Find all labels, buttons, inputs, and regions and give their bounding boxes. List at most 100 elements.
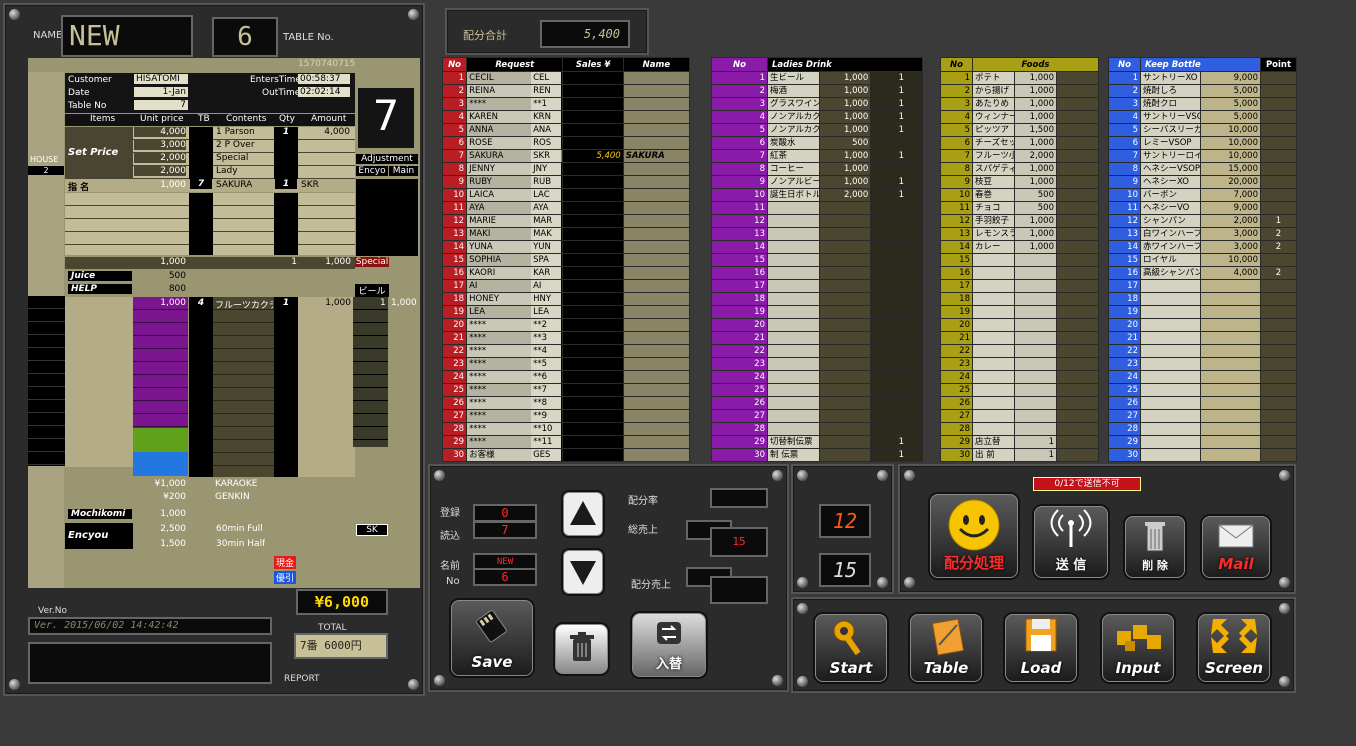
ladies-row[interactable]: 7 紅茶 1,000 1 [711, 149, 923, 163]
foods-row[interactable]: 14 カレー 1,000 [940, 240, 1099, 254]
foods-row[interactable]: 1 ポテト 1,000 [940, 71, 1099, 85]
haibun-process-button[interactable]: 配分処理 [930, 494, 1018, 578]
ladies-row[interactable]: 27 [711, 409, 923, 423]
request-row[interactable]: 19 LEA LEA [441, 305, 691, 319]
ladies-row[interactable]: 24 [711, 370, 923, 384]
request-row[interactable]: 17 AI AI [441, 279, 691, 293]
set-price-row[interactable]: 2,000 Special [133, 153, 355, 166]
ladies-row[interactable]: 12 [711, 214, 923, 228]
foods-row[interactable]: 3 あたりめ 1,000 [940, 97, 1099, 111]
down-arrow-button[interactable] [563, 550, 603, 594]
sk-label[interactable]: SK [356, 524, 388, 536]
table-button[interactable]: Table [910, 614, 982, 682]
keep-row[interactable]: 30 [1108, 448, 1297, 462]
request-row[interactable]: 7 SAKURA SKR 5,400 SAKURA [441, 149, 691, 163]
keep-row[interactable]: 24 [1108, 370, 1297, 384]
ladies-row[interactable]: 29 切替制伝票 1 [711, 435, 923, 449]
request-row[interactable]: 21 **** **3 [441, 331, 691, 345]
foods-row[interactable]: 23 [940, 357, 1099, 371]
request-row[interactable]: 14 YUNA YUN [441, 240, 691, 254]
request-row[interactable]: 30 お客様 GES [441, 448, 691, 462]
request-row[interactable]: 4 KAREN KRN [441, 110, 691, 124]
set-price-row[interactable]: 3,000 2 P Over [133, 140, 355, 153]
keep-row[interactable]: 23 [1108, 357, 1297, 371]
save-button[interactable]: Save [451, 600, 533, 676]
foods-row[interactable]: 16 [940, 266, 1099, 280]
foods-row[interactable]: 18 [940, 292, 1099, 306]
request-row[interactable]: 1 CECIL CEL [441, 71, 691, 85]
ladies-row[interactable]: 13 [711, 227, 923, 241]
foods-row[interactable]: 4 ウィンナー 1,000 [940, 110, 1099, 124]
request-row[interactable]: 20 **** **2 [441, 318, 691, 332]
request-row[interactable]: 29 **** **11 [441, 435, 691, 449]
foods-row[interactable]: 25 [940, 383, 1099, 397]
request-row[interactable]: 5 ANNA ANA [441, 123, 691, 137]
foods-row[interactable]: 30 出 前1 [940, 448, 1099, 462]
foods-row[interactable]: 27 [940, 409, 1099, 423]
foods-row[interactable]: 21 [940, 331, 1099, 345]
keep-row[interactable]: 13 白ワインハーフ 3,000 2 [1108, 227, 1297, 241]
keep-row[interactable]: 9 ヘネシーXO 20,000 [1108, 175, 1297, 189]
foods-row[interactable]: 19 [940, 305, 1099, 319]
foods-row[interactable]: 20 [940, 318, 1099, 332]
keep-row[interactable]: 6 レミーVSOP 10,000 [1108, 136, 1297, 150]
request-row[interactable]: 10 LAICA LAC [441, 188, 691, 202]
keep-row[interactable]: 1 サントリーXO 9,000 [1108, 71, 1297, 85]
foods-row[interactable]: 11 チョコ 500 [940, 201, 1099, 215]
keep-row[interactable]: 18 [1108, 292, 1297, 306]
keep-row[interactable]: 28 [1108, 422, 1297, 436]
request-row[interactable]: 6 ROSE ROS [441, 136, 691, 150]
keep-row[interactable]: 29 [1108, 435, 1297, 449]
ladies-row[interactable]: 5ノンアルカクテ1,0001 [711, 123, 923, 137]
trash-button[interactable] [555, 624, 608, 674]
start-button[interactable]: Start [815, 614, 887, 682]
ladies-row[interactable]: 22 [711, 344, 923, 358]
foods-row[interactable]: 2 から揚げ 1,000 [940, 84, 1099, 98]
request-row[interactable]: 8 JENNY JNY [441, 162, 691, 176]
foods-row[interactable]: 5 ピッツア 1,500 [940, 123, 1099, 137]
foods-row[interactable]: 6チーズセット1,000 [940, 136, 1099, 150]
keep-row[interactable]: 7サントリーロイヤル10,000 [1108, 149, 1297, 163]
ladies-row[interactable]: 20 [711, 318, 923, 332]
mail-button[interactable]: Mail [1202, 516, 1270, 578]
foods-row[interactable]: 24 [940, 370, 1099, 384]
foods-row[interactable]: 29 店立替 1 [940, 435, 1099, 449]
ladies-row[interactable]: 3 グラスワイン 1,000 1 [711, 97, 923, 111]
request-row[interactable]: 18 HONEY HNY [441, 292, 691, 306]
foods-row[interactable]: 12 手羽餃子 1,000 [940, 214, 1099, 228]
screen-button[interactable]: Screen [1198, 614, 1270, 682]
customer-value[interactable]: HISATOMI [134, 74, 188, 84]
keep-row[interactable]: 17 [1108, 279, 1297, 293]
keep-row[interactable]: 4サントリーVSOP5,000 [1108, 110, 1297, 124]
ladies-row[interactable]: 18 [711, 292, 923, 306]
ladies-row[interactable]: 4ノンアルカクテル1,0001 [711, 110, 923, 124]
request-row[interactable]: 26 **** **8 [441, 396, 691, 410]
keep-row[interactable]: 10 バーボン 7,000 [1108, 188, 1297, 202]
keep-row[interactable]: 5シーバスリーガル1210,000 [1108, 123, 1297, 137]
ladies-row[interactable]: 28 [711, 422, 923, 436]
up-arrow-button[interactable] [563, 492, 603, 536]
ladies-row[interactable]: 16 [711, 266, 923, 280]
ladies-row[interactable]: 11 [711, 201, 923, 215]
foods-row[interactable]: 10 春巻 500 [940, 188, 1099, 202]
ladies-row[interactable]: 30 制 伝票 1 [711, 448, 923, 462]
request-row[interactable]: 11 AYA AYA [441, 201, 691, 215]
request-row[interactable]: 27 **** **9 [441, 409, 691, 423]
request-row[interactable]: 25 **** **7 [441, 383, 691, 397]
keep-row[interactable]: 21 [1108, 331, 1297, 345]
ladies-row[interactable]: 21 [711, 331, 923, 345]
request-row[interactable]: 12 MARIE MAR [441, 214, 691, 228]
ladies-row[interactable]: 10 誕生日ボトル 2,000 1 [711, 188, 923, 202]
foods-row[interactable]: 13レモンスライス1,000 [940, 227, 1099, 241]
request-row[interactable]: 2 REINA REN [441, 84, 691, 98]
foods-row[interactable]: 8スパゲティー1,000 [940, 162, 1099, 176]
set-price-row[interactable]: 2,000 Lady [133, 166, 355, 179]
ladies-row[interactable]: 26 [711, 396, 923, 410]
request-row[interactable]: 24 **** **6 [441, 370, 691, 384]
send-button[interactable]: 送 信 [1034, 506, 1108, 578]
genkin-tag[interactable]: 現金 [274, 556, 296, 569]
keep-row[interactable]: 15 ロイヤル 10,000 [1108, 253, 1297, 267]
keep-row[interactable]: 16 高級シャンパン 4,000 2 [1108, 266, 1297, 280]
ladies-row[interactable]: 17 [711, 279, 923, 293]
foods-row[interactable]: 7 フルーツ小 2,000 [940, 149, 1099, 163]
